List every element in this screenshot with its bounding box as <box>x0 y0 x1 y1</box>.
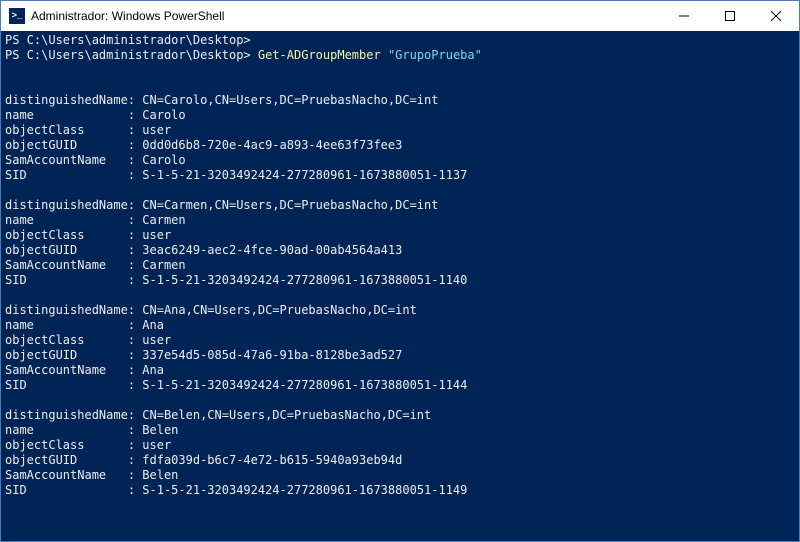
output-field-distinguishedName: distinguishedName: CN=Belen,CN=Users,DC=… <box>5 408 431 422</box>
output-field-objectClass: objectClass : user <box>5 333 171 347</box>
output-field-objectGUID: objectGUID : fdfa039d-b6c7-4e72-b615-594… <box>5 453 402 467</box>
maximize-icon <box>725 11 735 21</box>
output-field-distinguishedName: distinguishedName: CN=Ana,CN=Users,DC=Pr… <box>5 303 417 317</box>
output-field-objectGUID: objectGUID : 0dd0d6b8-720e-4ac9-a893-4ee… <box>5 138 402 152</box>
prompt-line: PS C:\Users\administrador\Desktop> <box>5 48 258 62</box>
output-field-name: name : Belen <box>5 423 178 437</box>
output-field-objectClass: objectClass : user <box>5 438 171 452</box>
console-output[interactable]: PS C:\Users\administrador\Desktop> PS C:… <box>1 31 799 541</box>
titlebar[interactable]: >_ Administrador: Windows PowerShell <box>1 1 799 31</box>
close-icon <box>771 11 781 21</box>
output-field-objectClass: objectClass : user <box>5 228 171 242</box>
output-field-name: name : Carolo <box>5 108 186 122</box>
output-field-name: name : Ana <box>5 318 164 332</box>
output-field-objectClass: objectClass : user <box>5 123 171 137</box>
output-field-distinguishedName: distinguishedName: CN=Carolo,CN=Users,DC… <box>5 93 438 107</box>
minimize-icon <box>679 11 689 21</box>
output-field-SamAccountName: SamAccountName : Carmen <box>5 258 186 272</box>
cmdlet-name: Get-ADGroupMember <box>258 48 381 62</box>
output-field-SamAccountName: SamAccountName : Carolo <box>5 153 186 167</box>
minimize-button[interactable] <box>661 1 707 31</box>
output-field-objectGUID: objectGUID : 337e54d5-085d-47a6-91ba-812… <box>5 348 402 362</box>
output-field-SamAccountName: SamAccountName : Belen <box>5 468 178 482</box>
output-field-objectGUID: objectGUID : 3eac6249-aec2-4fce-90ad-00a… <box>5 243 402 257</box>
output-field-SID: SID : S-1-5-21-3203492424-277280961-1673… <box>5 483 467 497</box>
powershell-icon: >_ <box>9 8 25 24</box>
output-field-SID: SID : S-1-5-21-3203492424-277280961-1673… <box>5 378 467 392</box>
output-field-SID: SID : S-1-5-21-3203492424-277280961-1673… <box>5 168 467 182</box>
output-field-name: name : Carmen <box>5 213 186 227</box>
powershell-window: >_ Administrador: Windows PowerShell PS … <box>0 0 800 542</box>
prompt-line: PS C:\Users\administrador\Desktop> <box>5 33 251 47</box>
output-field-SamAccountName: SamAccountName : Ana <box>5 363 164 377</box>
maximize-button[interactable] <box>707 1 753 31</box>
output-field-SID: SID : S-1-5-21-3203492424-277280961-1673… <box>5 273 467 287</box>
output-field-distinguishedName: distinguishedName: CN=Carmen,CN=Users,DC… <box>5 198 438 212</box>
window-controls <box>661 1 799 31</box>
window-title: Administrador: Windows PowerShell <box>31 9 661 23</box>
cmdlet-argument: "GrupoPrueba" <box>388 48 482 62</box>
close-button[interactable] <box>753 1 799 31</box>
